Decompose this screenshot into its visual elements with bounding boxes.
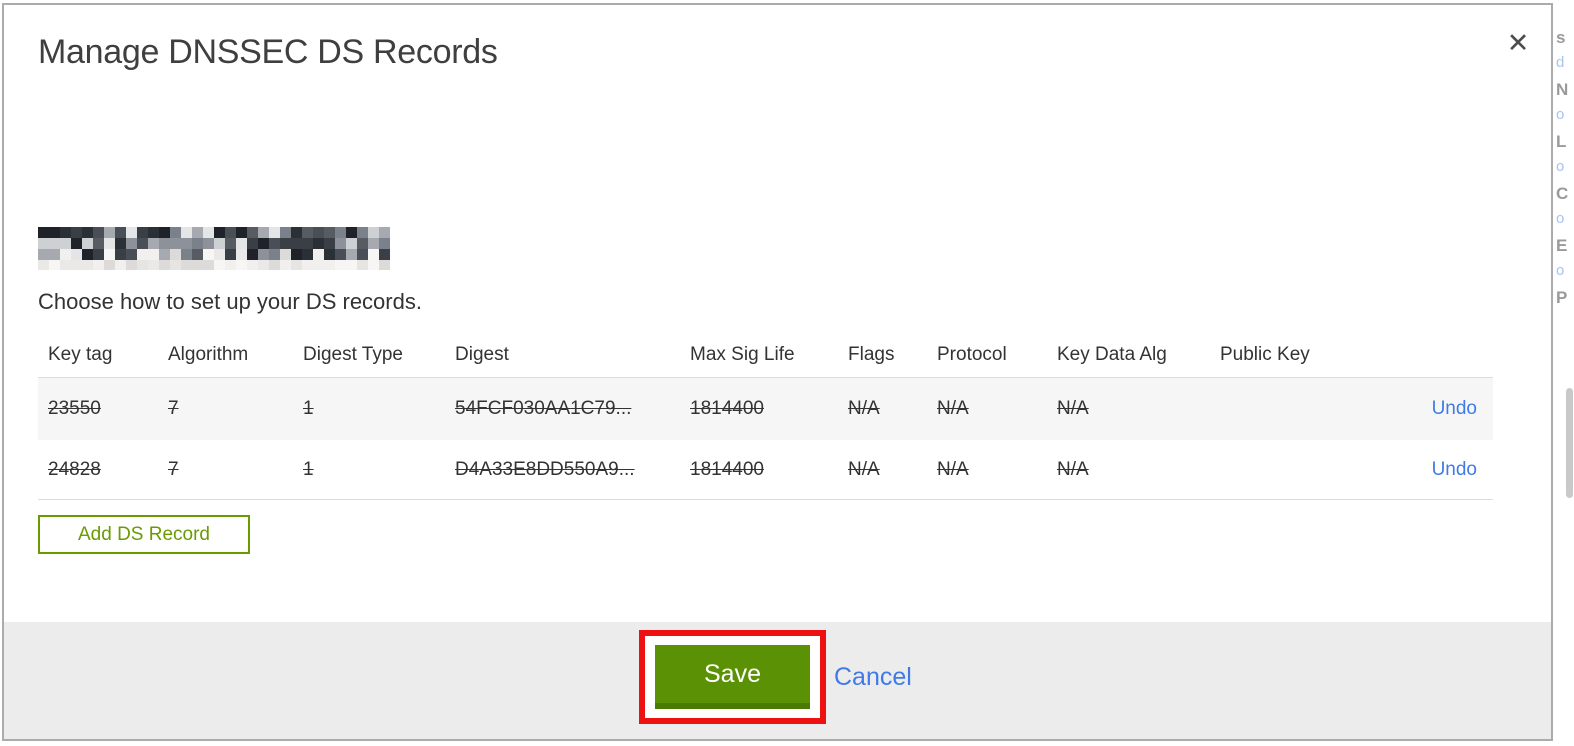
background-text-fragment: C [1556,184,1569,203]
red-highlight-annotation: Save [639,630,826,724]
background-text-fragment: s [1556,28,1566,47]
ds-records-table: Key tag Algorithm Digest Type Digest Max… [38,333,1493,500]
background-text-fragment: o [1556,158,1565,175]
cell-max-sig-life: 1814400 [690,398,764,419]
cell-digest: D4A33E8DD550A9... [455,458,635,480]
cell-key-tag: 24828 [48,458,101,480]
column-header-algorithm: Algorithm [168,344,249,365]
cell-key-data-alg: N/A [1057,458,1089,480]
background-text-fragment: o [1556,106,1565,123]
background-text-fragment: P [1556,288,1568,307]
redacted-domain-name [38,227,390,271]
undo-link[interactable]: Undo [1432,459,1477,480]
page-title: Manage DNSSEC DS Records [38,33,498,71]
column-header-protocol: Protocol [937,344,1007,365]
background-text-fragment: d [1556,54,1565,71]
cell-algorithm: 7 [168,398,179,419]
cell-protocol: N/A [937,398,969,419]
cell-digest-type: 1 [303,458,314,480]
cell-flags: N/A [848,458,880,480]
undo-link[interactable]: Undo [1432,398,1477,419]
cell-digest: 54FCF030AA1C79... [455,398,632,419]
column-header-digest: Digest [455,344,509,365]
column-header-public-key: Public Key [1220,344,1310,365]
background-text-fragment: N [1556,80,1569,99]
cancel-link[interactable]: Cancel [834,663,912,692]
background-text-fragment: E [1556,236,1568,255]
table-row: 24828 7 1 D4A33E8DD550A9... 1814400 N/A … [38,440,1493,500]
background-text-fragment: L [1556,132,1567,151]
close-icon[interactable]: ✕ [1500,25,1536,61]
subtitle-text: Choose how to set up your DS records. [38,289,422,314]
background-text-fragment: o [1556,210,1565,227]
column-header-key-tag: Key tag [48,344,113,365]
background-page-strip: sdNoLoCoEoP [1555,0,1574,746]
background-text-fragment: o [1556,262,1565,279]
cell-key-data-alg: N/A [1057,398,1089,419]
table-row: 23550 7 1 54FCF030AA1C79... 1814400 N/A … [38,377,1493,440]
column-header-flags: Flags [848,344,895,365]
cell-max-sig-life: 1814400 [690,458,764,480]
column-header-key-data-alg: Key Data Alg [1057,344,1167,365]
table-header-row: Key tag Algorithm Digest Type Digest Max… [38,333,1493,377]
column-header-max-sig-life: Max Sig Life [690,344,795,365]
column-header-digest-type: Digest Type [303,344,403,365]
add-ds-record-button[interactable]: Add DS Record [38,515,250,554]
cell-key-tag: 23550 [48,398,101,419]
save-button[interactable]: Save [655,645,810,709]
page-scrollbar-thumb[interactable] [1566,388,1573,498]
cell-protocol: N/A [937,458,969,480]
cell-algorithm: 7 [168,458,179,480]
cell-digest-type: 1 [303,398,314,419]
cell-flags: N/A [848,398,880,419]
